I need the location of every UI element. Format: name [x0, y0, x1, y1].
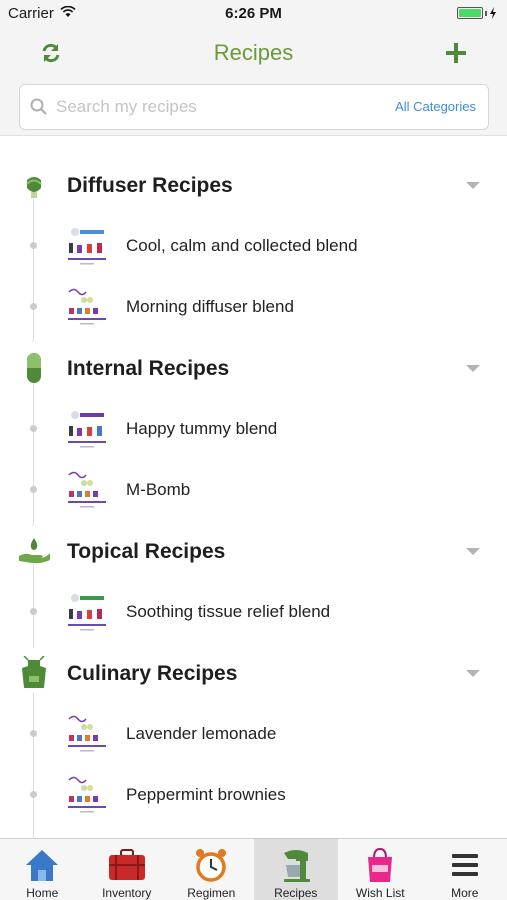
status-bar: Carrier 6:26 PM — [0, 0, 507, 28]
alarm-clock-icon — [191, 846, 231, 884]
section-title: Internal Recipes — [67, 357, 230, 380]
apron-icon — [22, 656, 46, 688]
chevron-down-icon[interactable] — [466, 182, 480, 189]
search-icon — [30, 98, 47, 115]
section-title: Culinary Recipes — [67, 662, 238, 685]
blend-card-thumbnail — [66, 591, 108, 633]
section-header-culinary[interactable]: Culinary Recipes — [0, 652, 507, 696]
menu-icon — [445, 846, 485, 884]
blend-card-thumbnail — [66, 225, 108, 267]
nav-bar: Recipes — [0, 28, 507, 78]
recipes-card-thumbnail — [66, 286, 108, 328]
tab-label: Inventory — [102, 886, 152, 900]
tab-label: Home — [26, 886, 59, 900]
diffuser-icon — [26, 177, 42, 198]
status-time: 6:26 PM — [225, 5, 282, 22]
recipe-name: Morning diffuser blend — [126, 297, 294, 316]
section-header-internal[interactable]: Internal Recipes — [0, 347, 507, 391]
blend-card-thumbnail — [66, 408, 108, 450]
recipe-name: M-Bomb — [126, 480, 191, 499]
chevron-down-icon[interactable] — [466, 548, 480, 555]
tab-regimen[interactable]: Regimen — [169, 839, 254, 900]
section-title: Diffuser Recipes — [67, 174, 233, 197]
timeline-dot — [30, 486, 37, 493]
list-item[interactable]: Lavender lemonade — [0, 709, 507, 759]
category-filter-button[interactable]: All Categories — [395, 99, 476, 114]
chevron-down-icon[interactable] — [466, 670, 480, 677]
section-header-topical[interactable]: Topical Recipes — [0, 530, 507, 574]
search-input[interactable] — [56, 85, 386, 129]
tab-recipes[interactable]: Recipes — [253, 839, 338, 900]
tab-inventory[interactable]: Inventory — [85, 839, 170, 900]
battery-icon — [457, 7, 497, 19]
section-header-diffuser[interactable]: Diffuser Recipes — [0, 164, 507, 208]
tab-label: Wish List — [355, 886, 405, 900]
tab-label: More — [451, 886, 479, 900]
recipe-name: Happy tummy blend — [126, 419, 278, 438]
shopping-bag-icon — [360, 846, 400, 884]
recipe-name: Soothing tissue relief blend — [126, 602, 331, 621]
timeline-dot — [30, 791, 37, 798]
add-recipe-button[interactable] — [440, 37, 472, 69]
search-area: All Categories — [0, 78, 507, 136]
hand-drop-icon — [19, 538, 50, 564]
recipes-card-thumbnail — [66, 469, 108, 511]
timeline-dot — [30, 425, 37, 432]
home-icon — [22, 846, 62, 884]
recipe-name: Lavender lemonade — [126, 724, 277, 743]
charging-icon — [490, 7, 496, 19]
search-box[interactable]: All Categories — [19, 84, 489, 130]
list-item[interactable]: Morning diffuser blend — [0, 282, 507, 332]
tab-home[interactable]: Home — [0, 839, 85, 900]
plus-icon — [446, 43, 466, 63]
tab-more[interactable]: More — [423, 839, 507, 900]
recipe-name: Peppermint brownies — [126, 785, 286, 804]
timeline-dot — [30, 303, 37, 310]
list-item[interactable]: Soothing tissue relief blend — [0, 587, 507, 637]
list-item[interactable]: Peppermint brownies — [0, 770, 507, 820]
chevron-down-icon[interactable] — [466, 365, 480, 372]
timeline-dot — [30, 242, 37, 249]
page-title: Recipes — [213, 40, 294, 65]
recipe-list[interactable]: Diffuser Recipes Cool, calm and collecte… — [0, 136, 507, 838]
list-item[interactable]: M-Bomb — [0, 465, 507, 515]
suitcase-icon — [107, 846, 147, 884]
timeline-dot — [30, 730, 37, 737]
tab-bar: Home Inventory Regimen Recipes Wish List… — [0, 838, 507, 900]
section-title: Topical Recipes — [67, 540, 226, 563]
list-item[interactable]: Happy tummy blend — [0, 404, 507, 454]
mixer-icon — [276, 846, 316, 884]
tab-label: Recipes — [274, 886, 318, 900]
recipes-card-thumbnail — [66, 774, 108, 816]
tab-label: Regimen — [187, 886, 236, 900]
recipes-card-thumbnail — [66, 713, 108, 755]
list-item[interactable]: Cool, calm and collected blend — [0, 221, 507, 271]
tab-wish-list[interactable]: Wish List — [338, 839, 423, 900]
timeline-dot — [30, 608, 37, 615]
recipe-name: Cool, calm and collected blend — [126, 236, 358, 255]
capsule-icon — [27, 353, 41, 383]
